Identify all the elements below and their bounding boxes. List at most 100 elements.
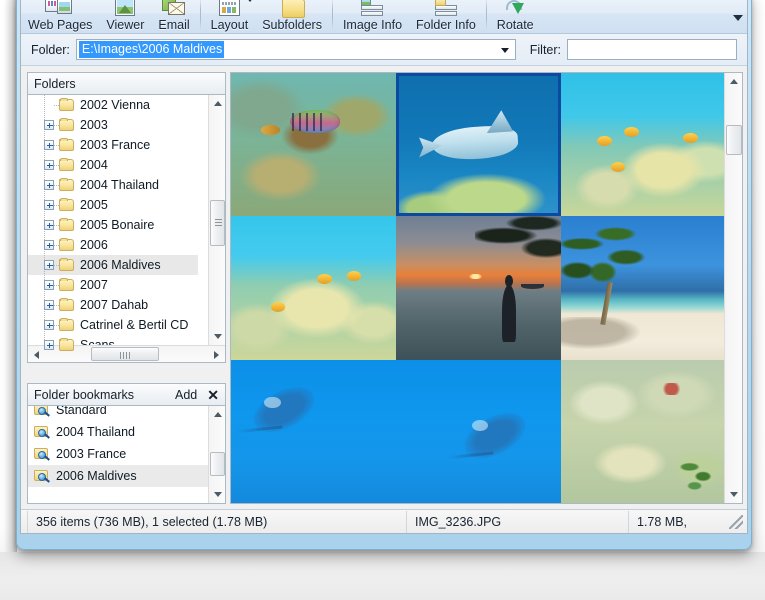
tree-item[interactable]: Catrinel & Bertil CD xyxy=(28,315,198,335)
dolphin-thumbnail[interactable] xyxy=(396,73,561,216)
scrollbar-thumb[interactable] xyxy=(210,200,225,246)
thumbnail-vertical-scrollbar[interactable] xyxy=(724,73,742,503)
folder-label: Folder: xyxy=(31,43,70,57)
chevron-down-icon[interactable] xyxy=(501,48,509,53)
scroll-down-arrow-icon[interactable] xyxy=(209,486,226,503)
small-fish-shape xyxy=(261,125,281,135)
scroll-left-arrow-icon[interactable] xyxy=(28,346,45,363)
bookmark-item[interactable]: 2004 Thailand xyxy=(28,421,208,443)
tree-item[interactable]: 2005 Bonaire xyxy=(28,215,198,235)
filter-input[interactable] xyxy=(567,39,737,60)
scrollbar-thumb[interactable] xyxy=(726,125,742,155)
scroll-up-arrow-icon[interactable] xyxy=(725,73,743,90)
bookmark-item[interactable]: Standard xyxy=(28,405,208,421)
tree-expander-plus-icon[interactable] xyxy=(44,140,54,150)
tree-expander-plus-icon[interactable] xyxy=(44,280,54,290)
scroll-up-arrow-icon[interactable] xyxy=(209,406,226,423)
boat-shape xyxy=(521,284,544,290)
tree-expander-plus-icon[interactable] xyxy=(44,200,54,210)
tree-item[interactable]: 2002 Vienna xyxy=(28,95,198,115)
tree-item[interactable]: 2006 xyxy=(28,235,198,255)
folders-tree-horizontal-scrollbar[interactable] xyxy=(28,345,225,362)
tree-item-label: 2005 Bonaire xyxy=(80,218,154,232)
tree-item-selected[interactable]: 2006 Maldives xyxy=(28,255,198,275)
scroll-right-arrow-icon[interactable] xyxy=(208,346,225,363)
bookmark-item-selected[interactable]: 2006 Maldives xyxy=(28,465,208,487)
bookmarks-vertical-scrollbar[interactable] xyxy=(208,406,225,503)
folder-icon xyxy=(59,139,74,151)
bookmarks-list[interactable]: Standard 2004 Thailand xyxy=(27,405,226,504)
tree-expander-plus-icon[interactable] xyxy=(44,160,54,170)
tree-item[interactable]: 2003 France xyxy=(28,135,198,155)
eagle-ray-shape xyxy=(457,404,533,468)
tree-expander-plus-icon[interactable] xyxy=(44,180,54,190)
scroll-down-arrow-icon[interactable] xyxy=(209,328,226,345)
viewer-button[interactable]: Viewer xyxy=(99,0,151,33)
tree-expander-plus-icon[interactable] xyxy=(44,300,54,310)
palm-beach-thumbnail[interactable] xyxy=(561,216,726,359)
layout-dropdown-icon[interactable] xyxy=(246,0,254,2)
clownfish-shape xyxy=(683,133,698,143)
image-info-icon xyxy=(361,0,383,18)
scrollbar-grip xyxy=(120,352,131,359)
clownfish-shape xyxy=(611,162,626,172)
anemone-clownfish-2-thumbnail[interactable] xyxy=(231,216,396,359)
folder-icon xyxy=(59,239,74,251)
email-button[interactable]: Email xyxy=(151,0,196,33)
folder-icon xyxy=(59,99,74,111)
layout-label: Layout xyxy=(211,18,249,32)
red-coral-shape xyxy=(663,383,680,396)
tree-item[interactable]: 2003 xyxy=(28,115,198,135)
status-file-size: 1.78 MB, xyxy=(629,511,729,533)
clownfish-shape xyxy=(597,136,612,146)
scroll-up-arrow-icon[interactable] xyxy=(209,95,226,112)
thumbnail-image xyxy=(561,73,726,216)
tree-expander-plus-icon[interactable] xyxy=(44,240,54,250)
tree-item-label: 2003 xyxy=(80,118,108,132)
folder-icon xyxy=(59,319,74,331)
tree-expander-plus-icon[interactable] xyxy=(44,260,54,270)
folder-info-icon xyxy=(435,0,457,18)
image-info-button[interactable]: Image Info xyxy=(336,0,409,33)
bookmark-item[interactable]: 2003 France xyxy=(28,443,208,465)
folders-tree-vertical-scrollbar[interactable] xyxy=(208,95,225,345)
rotate-label: Rotate xyxy=(497,18,534,32)
reef-fish-thumbnail[interactable] xyxy=(231,73,396,216)
close-icon[interactable]: ✕ xyxy=(207,389,219,401)
eagle-ray-thumbnail[interactable] xyxy=(231,360,396,503)
fish-shape xyxy=(290,110,340,133)
add-bookmark-button[interactable]: Add xyxy=(175,388,197,402)
tree-item[interactable]: 2004 xyxy=(28,155,198,175)
tree-expander-plus-icon[interactable] xyxy=(44,220,54,230)
thumbnail-browser[interactable] xyxy=(230,72,743,504)
scroll-down-arrow-icon[interactable] xyxy=(725,486,743,503)
sunset-beach-thumbnail[interactable] xyxy=(396,216,561,359)
resize-grip-icon[interactable] xyxy=(729,515,743,529)
coral-reef-thumbnail[interactable] xyxy=(561,360,726,503)
toolbar-overflow-chevron-down-icon[interactable] xyxy=(733,15,743,21)
viewer-label: Viewer xyxy=(106,18,144,32)
scrollbar-thumb[interactable] xyxy=(210,452,225,476)
subfolders-button[interactable]: Subfolders xyxy=(255,0,329,33)
palm-fronds-shape xyxy=(475,216,561,276)
tree-item-label: 2005 xyxy=(80,198,108,212)
folder-path-combobox[interactable]: E:\Images\2006 Maldives xyxy=(76,39,516,60)
tree-item[interactable]: 2005 xyxy=(28,195,198,215)
anemone-clownfish-thumbnail[interactable] xyxy=(561,73,726,216)
tree-item[interactable]: 2007 Dahab xyxy=(28,295,198,315)
tree-expander-plus-icon[interactable] xyxy=(44,340,54,350)
tree-expander-plus-icon[interactable] xyxy=(44,320,54,330)
tree-expander-plus-icon[interactable] xyxy=(44,120,54,130)
rotate-button[interactable]: Rotate xyxy=(490,0,541,33)
folders-tree[interactable]: 2002 Vienna 2003 xyxy=(27,94,226,363)
scrollbar-thumb[interactable] xyxy=(91,347,159,361)
eagle-ray-2-thumbnail[interactable] xyxy=(396,360,561,503)
web-pages-button[interactable]: Web Pages xyxy=(21,0,99,33)
layout-button[interactable]: Layout xyxy=(204,0,256,33)
tree-item[interactable]: 2004 Thailand xyxy=(28,175,198,195)
tree-item[interactable]: 2007 xyxy=(28,275,198,295)
folder-info-button[interactable]: Folder Info xyxy=(409,0,483,33)
image-info-label: Image Info xyxy=(343,18,402,32)
toolbar-separator xyxy=(486,0,487,30)
application-window: Web Pages Viewer Email xyxy=(16,0,752,550)
